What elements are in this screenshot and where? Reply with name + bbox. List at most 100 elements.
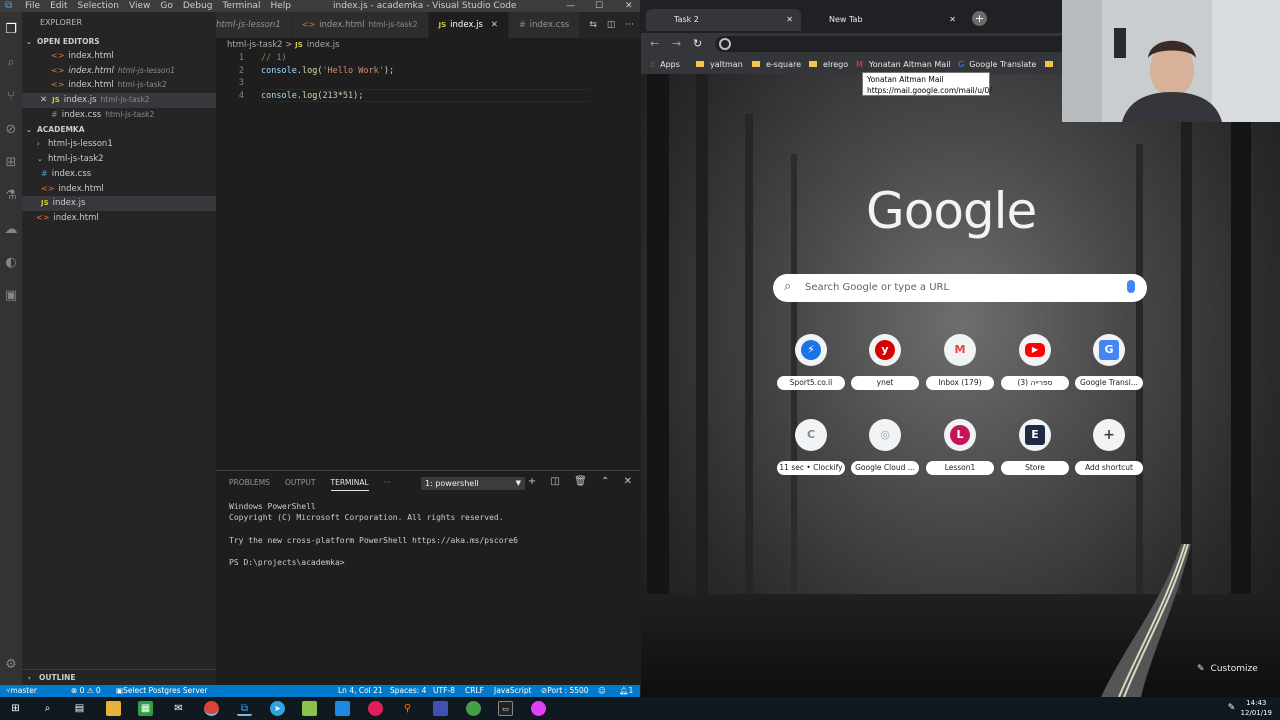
search-box[interactable]: ⌕ Search Google or type a URL [773, 274, 1147, 302]
close-window-icon[interactable]: ✕ [625, 0, 633, 12]
shortcut-store[interactable]: E Store [1001, 419, 1069, 483]
chrome-tab-task2[interactable]: Task 2 ✕ [646, 9, 801, 31]
notifications-bell-icon[interactable]: 🔔︎ 1 [619, 685, 633, 697]
maximize-panel-icon[interactable]: ⌃ [601, 476, 609, 487]
tree-file[interactable]: <> index.html [22, 182, 216, 197]
tree-folder[interactable]: › html-js-lesson1 [22, 137, 216, 152]
minimize-icon[interactable]: — [566, 0, 575, 12]
files-icon[interactable]: ❐ [3, 22, 19, 38]
open-editor-item[interactable]: <> index.html html-js-lesson1 [22, 64, 216, 79]
close-panel-icon[interactable]: ✕ [624, 476, 632, 487]
windows-start-icon[interactable]: ⊞ [8, 701, 23, 716]
shortcut-google-translate[interactable]: G Google Transl... [1075, 334, 1143, 398]
shortcut-lesson1[interactable]: L Lesson1 [926, 419, 994, 483]
slack-icon[interactable] [368, 701, 383, 716]
tab-output[interactable]: OUTPUT [285, 478, 316, 491]
encoding[interactable]: UTF-8 [433, 685, 455, 697]
tree-folder[interactable]: ⌄ html-js-task2 [22, 152, 216, 167]
new-tab-button[interactable]: + [972, 11, 987, 26]
feedback-icon[interactable]: ☺ [598, 685, 606, 697]
app-icon[interactable] [466, 701, 481, 716]
pen-icon[interactable]: ✎ [1224, 701, 1239, 716]
search-app-icon[interactable]: ⚲ [400, 701, 415, 716]
menu-terminal[interactable]: Terminal [222, 1, 260, 11]
bookmark-yaltman[interactable]: yaltman [696, 55, 743, 74]
git-graph-icon[interactable]: ◐ [3, 255, 19, 271]
store-icon[interactable]: ▦ [138, 701, 153, 716]
tab-index-css[interactable]: # index.css [509, 12, 581, 38]
open-editor-item[interactable]: # index.css html-js-task2 [22, 108, 216, 123]
split-terminal-icon[interactable]: ◫ [551, 476, 560, 487]
chrome-tab-newtab[interactable]: New Tab ✕ [801, 9, 964, 31]
language-mode[interactable]: JavaScript [494, 685, 532, 697]
menu-debug[interactable]: Debug [183, 1, 213, 11]
search-icon[interactable]: ⌕ [3, 55, 19, 71]
terminal-output[interactable]: Windows PowerShell Copyright (C) Microsof… [229, 501, 518, 569]
chrome-taskbar-icon[interactable] [204, 701, 219, 716]
shortcut-google-cloud[interactable]: ◎ Google Cloud ... [851, 419, 919, 483]
problems-count[interactable]: ⊗ 0 ⚠ 0 [71, 685, 101, 697]
tree-file[interactable]: <> index.html [22, 211, 216, 226]
open-editor-item[interactable]: <> index.html [22, 49, 216, 64]
live-server-port[interactable]: ⊘ Port : 5500 [541, 685, 589, 697]
compare-icon[interactable]: ⇆ [589, 20, 597, 30]
code-editor[interactable]: 1// 1) 2 console.log('Hello Work'); 3 4 co… [216, 52, 640, 470]
line-ending[interactable]: CRLF [465, 685, 484, 697]
indentation[interactable]: Spaces: 4 [390, 685, 426, 697]
menu-view[interactable]: View [129, 1, 150, 11]
split-editor-icon[interactable]: ◫ [607, 20, 616, 30]
settings-gear-icon[interactable]: ⚙ [3, 657, 19, 673]
save-app-icon[interactable] [433, 701, 448, 716]
extensions-icon[interactable]: ⊞ [3, 155, 19, 171]
trash-icon[interactable]: 🗑 [574, 476, 587, 487]
postgres-server[interactable]: ▣ Select Postgres Server [116, 685, 208, 697]
tab-terminal[interactable]: TERMINAL [330, 478, 369, 491]
source-control-icon[interactable]: ⑂ [3, 89, 19, 105]
tab-problems[interactable]: PROBLEMS [229, 478, 270, 491]
reload-icon[interactable]: ↻ [693, 37, 702, 50]
add-shortcut-button[interactable]: + Add shortcut [1075, 419, 1143, 483]
testing-icon[interactable]: ⚗ [3, 188, 19, 204]
forward-icon[interactable]: → [672, 37, 681, 50]
bookmark-e-square[interactable]: e-square [752, 55, 801, 74]
breadcrumb-folder[interactable]: html-js-task2 [227, 40, 283, 50]
file-explorer-icon[interactable] [106, 701, 121, 716]
cursor-position[interactable]: Ln 4, Col 21 [338, 685, 383, 697]
screen-recorder-icon[interactable] [531, 701, 546, 716]
vscode-taskbar-icon[interactable]: ⧉ [237, 701, 252, 716]
notepad-plus-icon[interactable] [302, 701, 317, 716]
git-branch[interactable]: ⑂ master [6, 685, 37, 697]
open-editor-item[interactable]: <> index.html html-js-task2 [22, 78, 216, 93]
workspace-header[interactable]: ⌄ ACADEMKA [22, 122, 216, 137]
open-editor-item-active[interactable]: ✕ JS index.js html-js-task2 [22, 93, 216, 108]
docker-icon[interactable]: ☁ [3, 222, 19, 238]
close-icon[interactable]: ✕ [40, 95, 47, 105]
bookmark-apps[interactable]: ⁞⁞ Apps [650, 55, 680, 74]
menu-selection[interactable]: Selection [78, 1, 119, 11]
customize-button[interactable]: ✎ Customize [1197, 664, 1258, 674]
tab-index-html[interactable]: <> index.html html-js-task2 [291, 12, 429, 38]
task-view-icon[interactable]: ▤ [72, 701, 87, 716]
tree-file[interactable]: # index.css [22, 167, 216, 182]
app-icon[interactable] [335, 701, 350, 716]
maximize-icon[interactable]: ☐ [595, 0, 603, 12]
microphone-icon[interactable] [1127, 280, 1135, 293]
telegram-icon[interactable]: ➤ [270, 701, 285, 716]
terminal-icon[interactable]: ▭ [498, 701, 513, 716]
debug-icon[interactable]: ⊘ [3, 122, 19, 138]
menu-help[interactable]: Help [270, 1, 291, 11]
shortcut-inbox[interactable]: M Inbox (179) [926, 334, 994, 398]
menu-edit[interactable]: Edit [50, 1, 67, 11]
close-tab-icon[interactable]: ✕ [949, 9, 956, 31]
terminal-select[interactable]: 1: powershell ▼ [421, 477, 525, 490]
tree-file-active[interactable]: JS index.js [22, 196, 216, 211]
back-icon[interactable]: ← [650, 37, 659, 50]
bookmark-folder-more[interactable] [1045, 55, 1059, 74]
open-editors-header[interactable]: ⌄ OPEN EDITORS [22, 34, 216, 49]
menu-go[interactable]: Go [160, 1, 172, 11]
breadcrumb-file[interactable]: index.js [307, 40, 340, 50]
tab-index-js[interactable]: JS index.js ✕ [428, 12, 510, 38]
mail-icon[interactable]: ✉ [171, 701, 186, 716]
panel-more-icon[interactable]: ··· [384, 478, 391, 491]
search-icon[interactable]: ⌕ [40, 701, 55, 716]
